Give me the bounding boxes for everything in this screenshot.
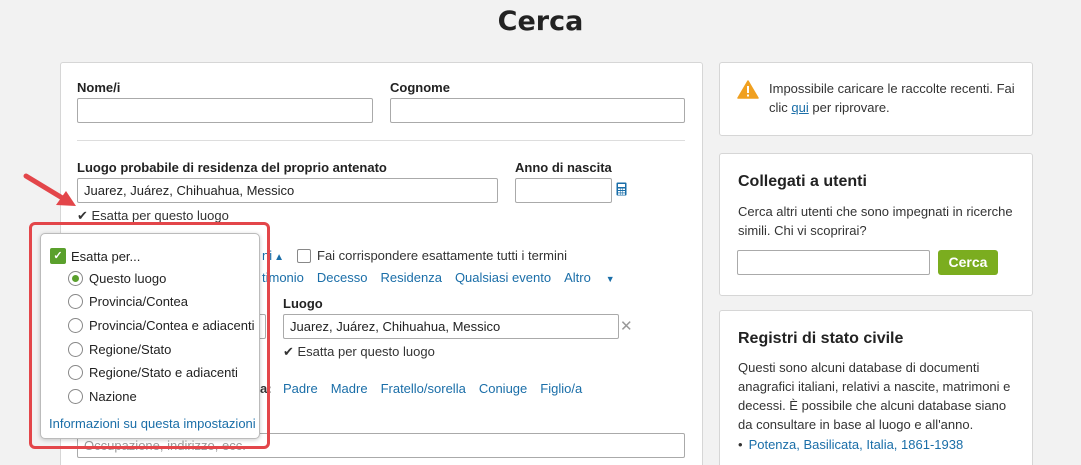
- match-all-checkbox[interactable]: [297, 248, 311, 263]
- last-name-input[interactable]: [390, 98, 685, 123]
- family-link-spouse[interactable]: Coniuge: [479, 381, 527, 396]
- more-link-label: Altro: [564, 270, 591, 285]
- first-name-input[interactable]: [77, 98, 373, 123]
- chevron-up-icon: ▲: [274, 252, 285, 263]
- page-title: Cerca: [497, 6, 584, 37]
- warning-icon: [737, 80, 759, 99]
- connect-search-button[interactable]: Cerca: [938, 250, 998, 275]
- place-label: Luogo: [283, 296, 323, 311]
- event-link-death[interactable]: Decesso: [317, 270, 368, 285]
- match-all-option[interactable]: Fai corrispondere esattamente tutti i te…: [297, 248, 567, 263]
- annotation-highlight-box: [29, 222, 270, 449]
- residence-place-input[interactable]: Juarez, Juárez, Chihuahua, Messico: [77, 178, 498, 203]
- exact-place-toggle-2[interactable]: ✔ Esatta per questo luogo: [283, 344, 435, 360]
- family-link-child[interactable]: Figlio/a: [540, 381, 582, 396]
- retry-link[interactable]: qui: [791, 100, 808, 115]
- alert-text-end: per riprovare.: [808, 100, 890, 115]
- civil-records-card: Registri di stato civile Questi sono alc…: [719, 310, 1033, 465]
- clear-icon[interactable]: ✕: [620, 317, 633, 335]
- family-link-father[interactable]: Padre: [283, 381, 318, 396]
- family-links: Padre Madre Fratello/sorella Coniuge Figlio/…: [283, 381, 595, 396]
- birth-year-input[interactable]: [515, 178, 612, 203]
- calculator-icon[interactable]: [616, 182, 627, 196]
- chevron-down-icon: ▼: [605, 274, 615, 284]
- residence-place-label: Luogo probabile di residenza del proprio…: [77, 160, 387, 175]
- event-link-residence[interactable]: Residenza: [381, 270, 442, 285]
- match-all-label: Fai corrispondere esattamente tutti i te…: [317, 248, 567, 263]
- civil-records-text: Questi sono alcuni database di documenti…: [738, 360, 1011, 432]
- annotation-arrow-icon: [23, 173, 76, 206]
- event-links: timonio Decesso Residenza Qualsiasi evento A…: [262, 270, 641, 285]
- connect-text: Cerca altri utenti che sono impegnati in…: [738, 204, 1013, 238]
- bullet-icon: •: [738, 437, 743, 452]
- last-name-label: Cognome: [390, 80, 450, 95]
- divider: [77, 140, 685, 141]
- civil-records-list-item: • Potenza, Basilicata, Italia, 1861-1938: [738, 437, 963, 452]
- event-place-input[interactable]: Juarez, Juárez, Chihuahua, Messico: [283, 314, 619, 339]
- birth-year-label: Anno di nascita: [515, 160, 612, 175]
- connect-search-input[interactable]: [737, 250, 930, 275]
- connect-title: Collegati a utenti: [738, 173, 867, 190]
- civil-records-title: Registri di stato civile: [738, 330, 904, 347]
- family-link-sibling[interactable]: Fratello/sorella: [381, 381, 466, 396]
- connect-users-card: Collegati a utenti Cerca altri utenti ch…: [719, 153, 1033, 296]
- civil-records-link[interactable]: Potenza, Basilicata, Italia, 1861-1938: [749, 437, 964, 452]
- more-link[interactable]: Altro ▼: [564, 270, 628, 285]
- recent-collections-alert: Impossibile caricare le raccolte recenti…: [719, 62, 1033, 136]
- first-name-label: Nome/i: [77, 80, 121, 95]
- alert-message: Impossibile caricare le raccolte recenti…: [769, 79, 1016, 117]
- family-link-mother[interactable]: Madre: [331, 381, 368, 396]
- event-link-any[interactable]: Qualsiasi evento: [455, 270, 551, 285]
